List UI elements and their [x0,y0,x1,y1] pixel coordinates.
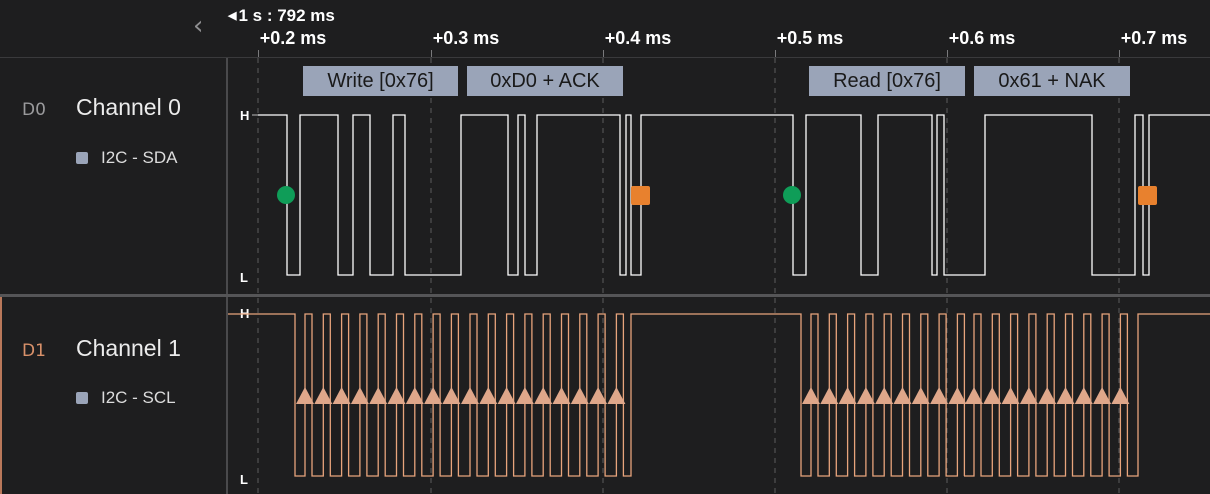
analyzer-name: I2C - SDA [101,148,178,167]
rising-edge-marker [570,387,589,404]
sda-waveform [258,114,1210,276]
protocol-frame-data-nak[interactable]: 0x61 + NAK [974,66,1130,96]
rising-edge-marker [1074,387,1093,404]
time-tick: +0.5 ms [776,28,844,48]
protocol-frame-write[interactable]: Write [0x76] [303,66,458,96]
stop-condition-marker [1138,186,1157,205]
start-stop-markers [277,186,1157,205]
timeline-header: ‹ ◀ 1 s : 792 ms +0.2 ms +0.3 ms +0.4 ms … [0,0,1210,58]
rising-edge-marker [296,387,314,404]
channel-accent [0,297,2,494]
rising-edge-marker [1001,387,1020,404]
start-condition-marker [277,186,295,204]
channel-row-1[interactable]: D1 Channel 1 I2C - SCL [0,297,227,494]
rising-edge-marker [369,387,388,404]
time-anchor: ◀ 1 s : 792 ms [228,6,335,26]
rising-edge-marker [893,387,912,404]
rising-edge-marker [314,387,333,404]
analyzer-swatch-icon [76,152,88,164]
rising-edge-marker [838,387,857,404]
rising-edge-marker [1038,387,1057,404]
rising-edge-marker [930,387,949,404]
sda-level-labels: H L [240,108,258,285]
rising-edge-marker [820,387,839,404]
rising-edge-marker [350,387,369,404]
low-level-label: L [240,270,248,285]
rising-edge-marker [442,387,461,404]
rising-edge-marker [948,387,967,404]
rising-edge-marker [1111,387,1130,404]
channel-name[interactable]: Channel 0 [76,94,181,121]
protocol-frame-read[interactable]: Read [0x76] [809,66,965,96]
analyzer-swatch-icon [76,392,88,404]
high-level-label: H [240,108,249,123]
stop-condition-marker [631,186,650,205]
channel-id: D0 [22,100,46,120]
rising-edge-marker [515,387,534,404]
channel-sidebar: D0 Channel 0 I2C - SDA D1 Channel 1 I2C … [0,58,227,494]
channel-row-0[interactable]: D0 Channel 0 I2C - SDA [0,58,227,294]
rising-edge-marker [1056,387,1075,404]
rising-edge-marker [405,387,424,404]
rising-edge-marker [497,387,516,404]
rising-edge-marker [461,387,479,404]
left-triangle-icon: ◀ [228,10,237,22]
collapse-sidebar-chevron-icon[interactable]: ‹ [193,13,213,39]
waveform-area[interactable]: H L H L [228,58,1210,494]
analyzer-label: I2C - SCL [76,388,176,408]
time-tick: +0.6 ms [948,28,1016,48]
rising-edge-marker [911,387,930,404]
time-tick: +0.3 ms [432,28,500,48]
rising-edge-marker [983,387,1002,404]
time-gridlines [257,58,1120,494]
rising-edge-marker [424,387,443,404]
rising-edge-marker [479,387,498,404]
rising-edge-marker [1093,387,1112,404]
time-tick: +0.4 ms [604,28,672,48]
time-tick: +0.7 ms [1120,28,1188,48]
rising-edge-marker [802,387,820,404]
rising-edge-marker [589,387,608,404]
time-tick: +0.2 ms [259,28,327,48]
scl-clock-edge-markers [296,387,1130,404]
analyzer-label: I2C - SDA [76,148,178,168]
scl-level-labels: H L [240,306,258,487]
low-level-label: L [240,472,248,487]
rising-edge-marker [552,387,571,404]
start-condition-marker [783,186,801,204]
rising-edge-marker [534,387,553,404]
analyzer-name: I2C - SCL [101,388,176,407]
channel-name[interactable]: Channel 1 [76,335,181,362]
protocol-frame-data-ack[interactable]: 0xD0 + ACK [467,66,623,96]
rising-edge-marker [387,387,406,404]
rising-edge-marker [856,387,875,404]
rising-edge-marker [607,387,626,404]
time-anchor-label: 1 s : 792 ms [238,6,335,25]
rising-edge-marker [1019,387,1038,404]
rising-edge-marker [965,387,983,404]
channel-id: D1 [22,341,46,361]
rising-edge-marker [332,387,351,404]
rising-edge-marker [875,387,894,404]
